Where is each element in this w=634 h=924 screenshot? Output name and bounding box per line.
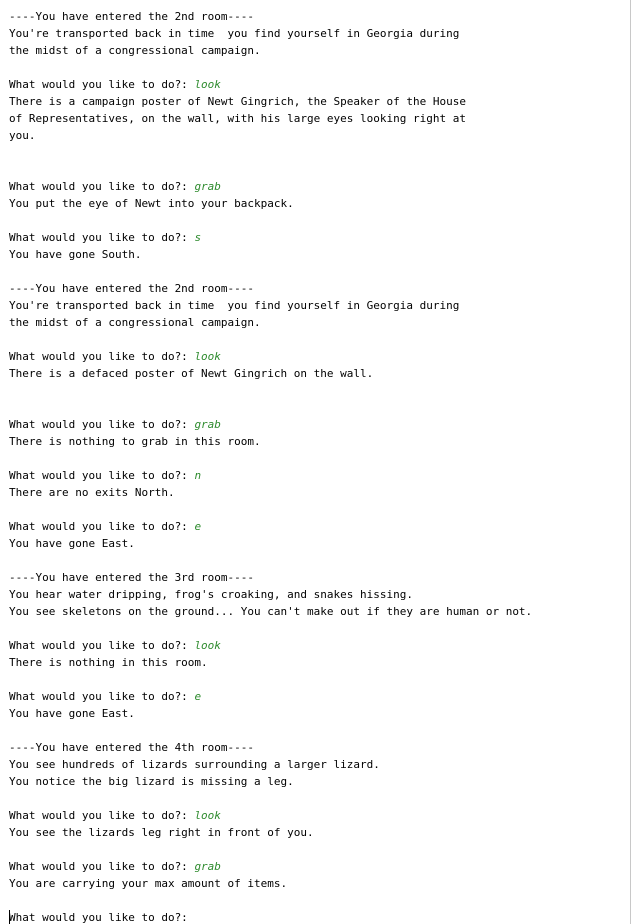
output-line: There is a defaced poster of Newt Gingri… — [9, 367, 374, 380]
user-command: s — [194, 231, 202, 244]
user-command: n — [194, 469, 202, 482]
output-line: of Representatives, on the wall, with hi… — [9, 112, 466, 125]
active-prompt-line[interactable]: What would you like to do?: — [9, 909, 532, 924]
user-command: grab — [194, 180, 221, 193]
output-line: You see skeletons on the ground... You c… — [9, 605, 533, 618]
command-line: What would you like to do?: look — [9, 807, 532, 824]
prompt-text: What would you like to do?: — [9, 78, 195, 91]
output-line: ----You have entered the 2nd room---- — [9, 10, 255, 23]
command-line: What would you like to do?: look — [9, 76, 532, 93]
prompt-text: What would you like to do?: — [9, 809, 195, 822]
user-command: look — [194, 350, 221, 363]
output-line: the midst of a congressional campaign. — [9, 44, 261, 57]
command-line: What would you like to do?: e — [9, 518, 532, 535]
command-line: What would you like to do?: grab — [9, 178, 532, 195]
user-command: look — [194, 809, 221, 822]
output-line: You notice the big lizard is missing a l… — [9, 775, 294, 788]
output-line: ----You have entered the 2nd room---- — [9, 282, 255, 295]
prompt-text: What would you like to do?: — [9, 418, 195, 431]
command-line: What would you like to do?: grab — [9, 858, 532, 875]
command-line: What would you like to do?: s — [9, 229, 532, 246]
output-line: You have gone South. — [9, 248, 142, 261]
user-command: look — [194, 78, 221, 91]
output-line: ----You have entered the 4th room---- — [9, 741, 255, 754]
output-line: There is nothing in this room. — [9, 656, 208, 669]
output-line: You are carrying your max amount of item… — [9, 877, 288, 890]
user-command: look — [194, 639, 221, 652]
output-line: You see the lizards leg right in front o… — [9, 826, 314, 839]
prompt-text: What would you like to do?: — [9, 469, 195, 482]
prompt-text: What would you like to do?: — [9, 911, 188, 924]
prompt-text: What would you like to do?: — [9, 180, 195, 193]
user-command: grab — [194, 418, 221, 431]
command-line: What would you like to do?: look — [9, 348, 532, 365]
output-line: You have gone East. — [9, 537, 135, 550]
prompt-text: What would you like to do?: — [9, 231, 195, 244]
prompt-text: What would you like to do?: — [9, 639, 195, 652]
prompt-text: What would you like to do?: — [9, 860, 195, 873]
command-line: What would you like to do?: e — [9, 688, 532, 705]
console-output: ----You have entered the 2nd room---- You… — [9, 8, 532, 924]
output-line: ----You have entered the 3rd room---- — [9, 571, 255, 584]
command-line: What would you like to do?: grab — [9, 416, 532, 433]
output-line: You put the eye of Newt into your backpa… — [9, 197, 294, 210]
prompt-text: What would you like to do?: — [9, 690, 195, 703]
output-line: You have gone East. — [9, 707, 135, 720]
user-command: e — [194, 520, 202, 533]
user-command: e — [194, 690, 202, 703]
output-line: You hear water dripping, frog's croaking… — [9, 588, 413, 601]
prompt-text: What would you like to do?: — [9, 350, 195, 363]
command-line: What would you like to do?: look — [9, 637, 532, 654]
user-command: grab — [194, 860, 221, 873]
output-line: You're transported back in time you find… — [9, 27, 460, 40]
output-line: You're transported back in time you find… — [9, 299, 460, 312]
output-line: you. — [9, 129, 36, 142]
output-line: You see hundreds of lizards surrounding … — [9, 758, 380, 771]
prompt-text: What would you like to do?: — [9, 520, 195, 533]
output-line: There is a campaign poster of Newt Gingr… — [9, 95, 466, 108]
command-line: What would you like to do?: n — [9, 467, 532, 484]
output-line: the midst of a congressional campaign. — [9, 316, 261, 329]
output-line: There are no exits North. — [9, 486, 175, 499]
output-line: There is nothing to grab in this room. — [9, 435, 261, 448]
console-window[interactable]: ----You have entered the 2nd room---- You… — [0, 0, 631, 924]
